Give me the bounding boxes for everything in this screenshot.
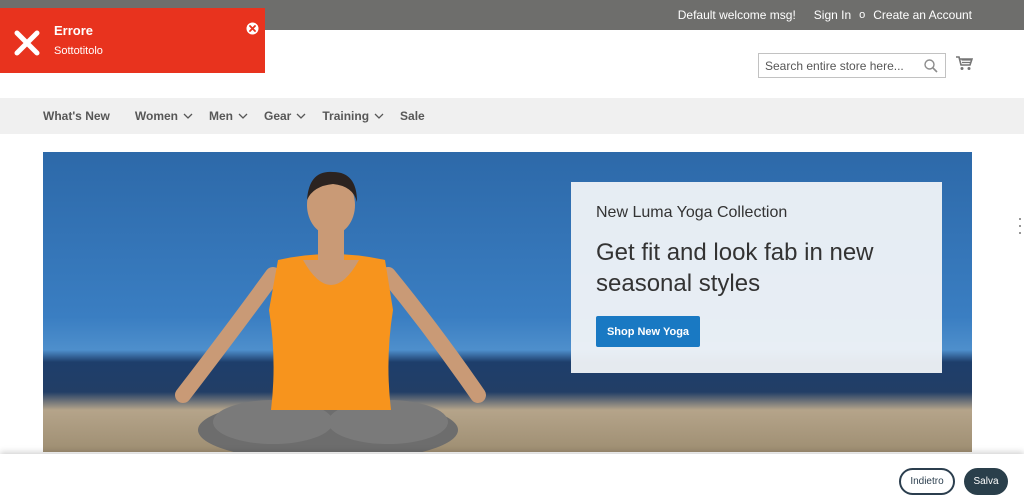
search-box[interactable] [758, 53, 946, 78]
nav-item-label: Women [134, 109, 178, 123]
nav-item-women[interactable]: Women [135, 109, 193, 123]
nav-item-sale[interactable]: Sale [400, 109, 425, 123]
promo-box: New Luma Yoga Collection Get fit and loo… [571, 182, 942, 373]
yoga-woman-image [175, 171, 486, 452]
chevron-down-icon [296, 113, 306, 119]
error-x-icon [14, 30, 40, 56]
nav-item-gear[interactable]: Gear [264, 109, 306, 123]
nav-item-label: Men [209, 109, 233, 123]
promo-headline: Get fit and look fab in new seasonal sty… [596, 239, 874, 297]
sign-in-link[interactable]: Sign In [814, 8, 851, 22]
nav-item-label: Sale [400, 109, 425, 123]
top-links: Default welcome msg! Sign In o Create an… [678, 0, 972, 30]
chevron-down-icon [183, 113, 193, 119]
back-button[interactable]: Indietro [899, 468, 955, 495]
cart-icon[interactable] [955, 55, 973, 71]
toast-subtitle: Sottotitolo [54, 45, 103, 57]
welcome-message: Default welcome msg! [677, 8, 796, 22]
save-button[interactable]: Salva [964, 468, 1008, 495]
nav-item-label: Gear [264, 109, 292, 123]
promo-kicker: New Luma Yoga Collection [596, 204, 788, 221]
shop-new-yoga-button[interactable]: Shop New Yoga [596, 316, 700, 347]
create-account-link[interactable]: Create an Account [873, 8, 972, 22]
nav-item-men[interactable]: Men [209, 109, 248, 123]
search-icon[interactable] [923, 58, 939, 74]
bottom-action-bar [0, 454, 1024, 500]
toast-title: Errore [54, 23, 94, 38]
main-nav: What's New Women Men Gear Training Sale [0, 98, 1024, 134]
more-dots-icon[interactable] [1018, 216, 1022, 236]
error-toast: Errore Sottotitolo [0, 8, 265, 73]
search-input[interactable] [765, 58, 915, 73]
close-icon[interactable] [246, 22, 259, 35]
chevron-down-icon [238, 113, 248, 119]
separator: o [859, 9, 866, 21]
chevron-down-icon [374, 113, 384, 119]
nav-item-training[interactable]: Training [322, 109, 384, 123]
nav-item-label: Training [322, 109, 370, 123]
nav-item-label: What's New [43, 109, 110, 123]
nav-item-whats-new[interactable]: What's New [43, 109, 110, 123]
